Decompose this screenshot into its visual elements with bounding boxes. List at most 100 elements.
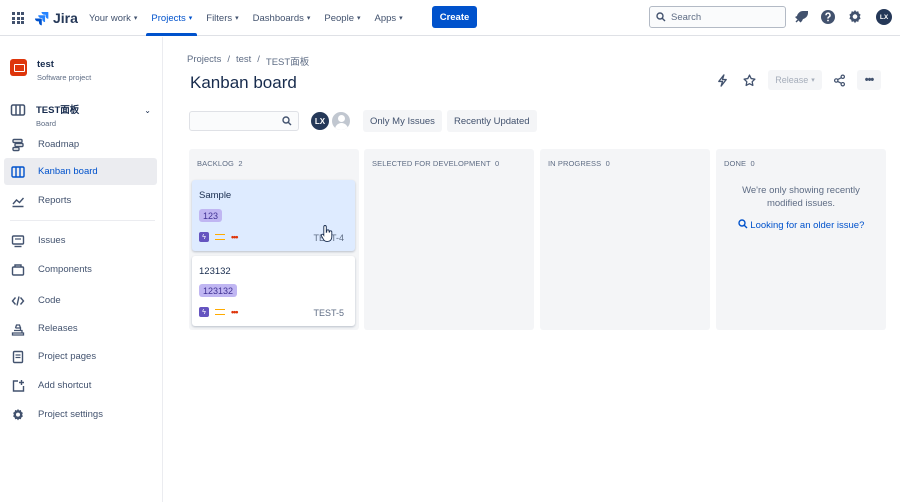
- card-label: 123132: [199, 284, 238, 297]
- unassigned-filter-avatar[interactable]: [330, 110, 352, 132]
- story-type-icon: ϟ: [199, 307, 209, 317]
- breadcrumb-projects[interactable]: Projects: [187, 54, 221, 68]
- jira-logo-icon: [34, 11, 49, 25]
- card-more-icon[interactable]: •••: [231, 232, 239, 242]
- search-icon: [737, 219, 748, 229]
- nav-dashboards[interactable]: Dashboards ▾: [246, 0, 318, 36]
- components-icon: [10, 262, 26, 278]
- card-more-icon[interactable]: •••: [231, 307, 239, 317]
- issue-card[interactable]: 123132 123132 ϟ ••• TEST-5: [192, 256, 355, 326]
- sidebar-item-releases[interactable]: Releases: [4, 315, 157, 342]
- project-type: Software project: [37, 73, 92, 82]
- column-in-progress: In Progress 0: [540, 149, 710, 330]
- project-header[interactable]: test Software project: [10, 59, 91, 82]
- help-icon[interactable]: [820, 9, 836, 25]
- breadcrumb-separator: /: [257, 54, 260, 65]
- sidebar-item-kanban-board[interactable]: Kanban board: [4, 158, 157, 185]
- global-search[interactable]: [649, 6, 786, 28]
- column-title-text: Selected for Development: [372, 159, 491, 168]
- breadcrumb-separator: /: [227, 54, 230, 65]
- sidebar-item-issues[interactable]: Issues: [4, 227, 157, 254]
- sidebar-item-project-settings[interactable]: Project settings: [4, 401, 157, 428]
- pages-icon: [10, 349, 26, 365]
- board-name: TEST面板: [36, 105, 80, 116]
- sidebar-item-label: Components: [38, 264, 92, 275]
- top-navigation-bar: Jira Your work ▾ Projects ▾ Filters ▾ Dashb…: [0, 0, 900, 36]
- settings-gear-icon[interactable]: [847, 9, 863, 25]
- reports-icon: [10, 193, 26, 209]
- nav-filters[interactable]: Filters ▾: [199, 0, 245, 36]
- older-issue-link[interactable]: Looking for an older issue?: [716, 219, 886, 231]
- sidebar-item-reports[interactable]: Reports: [4, 187, 157, 214]
- breadcrumb: Projects / test / TEST面板: [187, 54, 309, 68]
- app-switcher-icon[interactable]: [12, 12, 24, 24]
- card-footer: ϟ •••: [199, 232, 239, 242]
- logo-text: Jira: [53, 10, 78, 26]
- sidebar-item-label: Issues: [38, 235, 66, 246]
- sidebar-item-label: Reports: [38, 195, 72, 206]
- only-my-issues-button[interactable]: Only My Issues: [363, 110, 442, 132]
- nav-label: Your work: [89, 12, 131, 24]
- star-icon[interactable]: [740, 71, 758, 89]
- column-selected-for-development: Selected for Development 0: [364, 149, 534, 330]
- column-title: Done 0: [724, 159, 755, 168]
- sidebar-item-components[interactable]: Components: [4, 256, 157, 283]
- more-actions-button[interactable]: •••: [857, 70, 881, 90]
- story-type-icon: ϟ: [199, 232, 209, 242]
- profile-avatar[interactable]: LX: [876, 9, 892, 25]
- chevron-down-icon: ▾: [357, 15, 361, 22]
- sidebar-item-roadmap[interactable]: Roadmap: [4, 131, 157, 158]
- sidebar-item-label: Project settings: [38, 409, 103, 420]
- code-icon: [10, 293, 26, 309]
- settings-icon: [10, 407, 26, 423]
- board-selector[interactable]: TEST面板 Board ⌄: [10, 102, 155, 128]
- jira-logo[interactable]: Jira: [34, 9, 78, 27]
- priority-medium-icon: [215, 309, 225, 315]
- breadcrumb-board[interactable]: TEST面板: [266, 54, 309, 68]
- chevron-down-icon: ▾: [306, 15, 311, 22]
- column-count: 2: [238, 159, 243, 168]
- board-icon: [10, 164, 26, 180]
- automation-icon[interactable]: [713, 71, 731, 89]
- breadcrumb-project[interactable]: test: [236, 54, 251, 68]
- create-button[interactable]: Create: [432, 6, 477, 28]
- column-title-text: Backlog: [197, 159, 234, 168]
- nav-people[interactable]: People ▾: [317, 0, 367, 36]
- column-count: 0: [750, 159, 755, 168]
- board-search-input[interactable]: [189, 111, 299, 131]
- sidebar-item-add-shortcut[interactable]: Add shortcut: [4, 372, 157, 399]
- notifications-icon[interactable]: [793, 9, 809, 25]
- sidebar-item-project-pages[interactable]: Project pages: [4, 343, 157, 370]
- project-sidebar: test Software project TEST面板 Board ⌄ Roa…: [0, 37, 163, 502]
- nav-projects[interactable]: Projects ▾: [144, 0, 199, 36]
- card-summary: 123132: [199, 266, 231, 277]
- release-button[interactable]: Release ▾: [768, 70, 822, 90]
- more-icon: •••: [864, 74, 875, 86]
- column-title-text: In Progress: [548, 159, 602, 168]
- nav-label: Apps: [374, 12, 397, 24]
- nav-label: Dashboards: [252, 12, 304, 24]
- release-label: Release: [775, 75, 809, 85]
- share-icon[interactable]: [830, 71, 848, 89]
- recently-updated-button[interactable]: Recently Updated: [447, 110, 537, 132]
- project-name: test: [37, 59, 54, 70]
- issues-icon: [10, 233, 26, 249]
- add-shortcut-icon: [10, 378, 26, 394]
- search-input[interactable]: [671, 11, 781, 23]
- sidebar-item-code[interactable]: Code: [4, 287, 157, 314]
- assignee-filter-avatar[interactable]: LX: [309, 110, 331, 132]
- column-title: In Progress 0: [548, 159, 610, 168]
- nav-apps[interactable]: Apps ▾: [368, 0, 410, 36]
- project-avatar-icon: [10, 59, 27, 76]
- column-title: Selected for Development 0: [372, 159, 499, 168]
- releases-icon: [10, 321, 26, 337]
- roadmap-icon: [10, 137, 26, 153]
- sidebar-item-label: Code: [38, 295, 61, 306]
- sidebar-divider: [10, 220, 155, 221]
- sidebar-item-label: Kanban board: [38, 166, 98, 177]
- column-done: Done 0 We're only showing recently modif…: [716, 149, 886, 330]
- column-count: 0: [495, 159, 500, 168]
- nav-your-work[interactable]: Your work ▾: [82, 0, 144, 36]
- board-type: Board: [36, 119, 57, 128]
- column-title-text: Done: [724, 159, 747, 168]
